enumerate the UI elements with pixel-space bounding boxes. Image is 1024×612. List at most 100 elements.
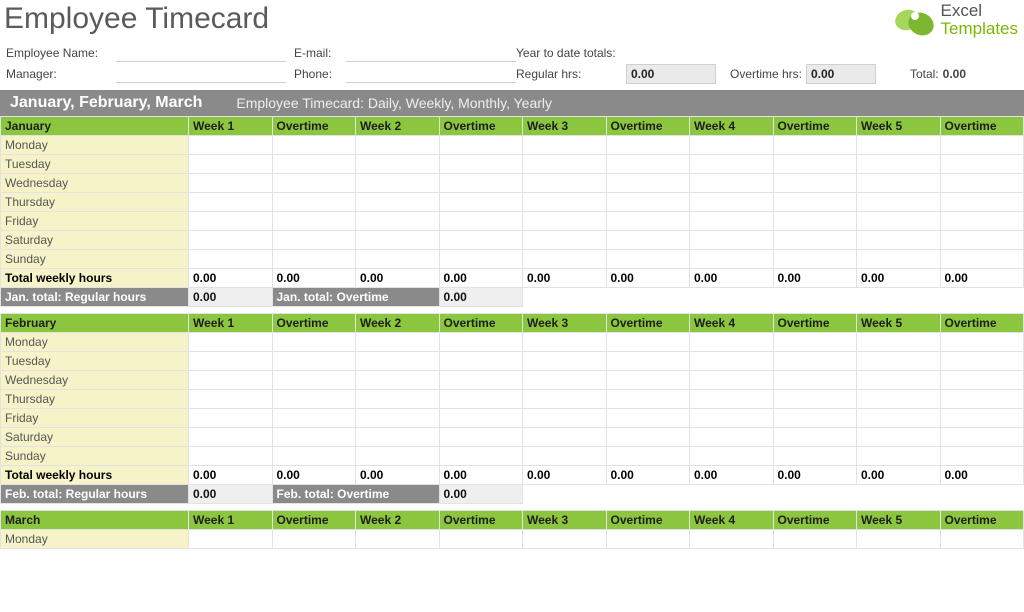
- hours-cell[interactable]: [690, 174, 774, 193]
- hours-cell[interactable]: [356, 530, 440, 549]
- hours-cell[interactable]: [272, 390, 356, 409]
- hours-cell[interactable]: [189, 212, 273, 231]
- hours-cell[interactable]: [189, 409, 273, 428]
- hours-cell[interactable]: [523, 155, 607, 174]
- hours-cell[interactable]: [439, 390, 523, 409]
- hours-cell[interactable]: [773, 174, 857, 193]
- hours-cell[interactable]: [272, 136, 356, 155]
- hours-cell[interactable]: [773, 390, 857, 409]
- hours-cell[interactable]: [439, 136, 523, 155]
- hours-cell[interactable]: [356, 174, 440, 193]
- hours-cell[interactable]: [690, 136, 774, 155]
- hours-cell[interactable]: [523, 447, 607, 466]
- hours-cell[interactable]: [773, 193, 857, 212]
- hours-cell[interactable]: [606, 447, 690, 466]
- hours-cell[interactable]: [189, 155, 273, 174]
- hours-cell[interactable]: [940, 390, 1024, 409]
- hours-cell[interactable]: [356, 155, 440, 174]
- phone-field[interactable]: [346, 65, 516, 83]
- hours-cell[interactable]: [189, 333, 273, 352]
- hours-cell[interactable]: [439, 231, 523, 250]
- hours-cell[interactable]: [857, 352, 941, 371]
- hours-cell[interactable]: [272, 333, 356, 352]
- hours-cell[interactable]: [857, 371, 941, 390]
- hours-cell[interactable]: [189, 231, 273, 250]
- hours-cell[interactable]: [857, 409, 941, 428]
- hours-cell[interactable]: [523, 231, 607, 250]
- hours-cell[interactable]: [439, 447, 523, 466]
- hours-cell[interactable]: [940, 371, 1024, 390]
- hours-cell[interactable]: [439, 333, 523, 352]
- hours-cell[interactable]: [690, 409, 774, 428]
- hours-cell[interactable]: [523, 136, 607, 155]
- hours-cell[interactable]: [439, 250, 523, 269]
- hours-cell[interactable]: [606, 212, 690, 231]
- hours-cell[interactable]: [523, 390, 607, 409]
- hours-cell[interactable]: [356, 352, 440, 371]
- hours-cell[interactable]: [773, 409, 857, 428]
- hours-cell[interactable]: [189, 530, 273, 549]
- hours-cell[interactable]: [940, 155, 1024, 174]
- hours-cell[interactable]: [606, 231, 690, 250]
- hours-cell[interactable]: [189, 136, 273, 155]
- hours-cell[interactable]: [690, 428, 774, 447]
- hours-cell[interactable]: [857, 155, 941, 174]
- hours-cell[interactable]: [523, 193, 607, 212]
- hours-cell[interactable]: [356, 371, 440, 390]
- hours-cell[interactable]: [773, 530, 857, 549]
- hours-cell[interactable]: [857, 390, 941, 409]
- hours-cell[interactable]: [857, 174, 941, 193]
- hours-cell[interactable]: [690, 390, 774, 409]
- hours-cell[interactable]: [439, 212, 523, 231]
- hours-cell[interactable]: [857, 231, 941, 250]
- hours-cell[interactable]: [606, 352, 690, 371]
- hours-cell[interactable]: [606, 193, 690, 212]
- hours-cell[interactable]: [857, 530, 941, 549]
- hours-cell[interactable]: [356, 212, 440, 231]
- hours-cell[interactable]: [690, 155, 774, 174]
- hours-cell[interactable]: [439, 193, 523, 212]
- hours-cell[interactable]: [690, 371, 774, 390]
- hours-cell[interactable]: [272, 352, 356, 371]
- hours-cell[interactable]: [940, 231, 1024, 250]
- hours-cell[interactable]: [189, 352, 273, 371]
- hours-cell[interactable]: [773, 231, 857, 250]
- hours-cell[interactable]: [606, 390, 690, 409]
- hours-cell[interactable]: [272, 155, 356, 174]
- hours-cell[interactable]: [940, 447, 1024, 466]
- hours-cell[interactable]: [523, 352, 607, 371]
- hours-cell[interactable]: [189, 174, 273, 193]
- employee-name-field[interactable]: [116, 44, 286, 62]
- regular-hrs-value[interactable]: 0.00: [626, 64, 716, 84]
- hours-cell[interactable]: [189, 390, 273, 409]
- hours-cell[interactable]: [773, 371, 857, 390]
- hours-cell[interactable]: [523, 212, 607, 231]
- hours-cell[interactable]: [439, 174, 523, 193]
- hours-cell[interactable]: [356, 231, 440, 250]
- email-field[interactable]: [346, 44, 516, 62]
- hours-cell[interactable]: [272, 250, 356, 269]
- hours-cell[interactable]: [940, 193, 1024, 212]
- hours-cell[interactable]: [439, 409, 523, 428]
- hours-cell[interactable]: [356, 333, 440, 352]
- hours-cell[interactable]: [606, 136, 690, 155]
- hours-cell[interactable]: [940, 530, 1024, 549]
- hours-cell[interactable]: [606, 428, 690, 447]
- hours-cell[interactable]: [940, 174, 1024, 193]
- hours-cell[interactable]: [773, 212, 857, 231]
- hours-cell[interactable]: [189, 447, 273, 466]
- hours-cell[interactable]: [690, 352, 774, 371]
- hours-cell[interactable]: [439, 352, 523, 371]
- hours-cell[interactable]: [857, 333, 941, 352]
- hours-cell[interactable]: [857, 193, 941, 212]
- hours-cell[interactable]: [773, 250, 857, 269]
- hours-cell[interactable]: [606, 250, 690, 269]
- hours-cell[interactable]: [272, 174, 356, 193]
- hours-cell[interactable]: [439, 428, 523, 447]
- hours-cell[interactable]: [272, 231, 356, 250]
- hours-cell[interactable]: [690, 333, 774, 352]
- hours-cell[interactable]: [523, 371, 607, 390]
- hours-cell[interactable]: [857, 428, 941, 447]
- hours-cell[interactable]: [272, 530, 356, 549]
- hours-cell[interactable]: [940, 250, 1024, 269]
